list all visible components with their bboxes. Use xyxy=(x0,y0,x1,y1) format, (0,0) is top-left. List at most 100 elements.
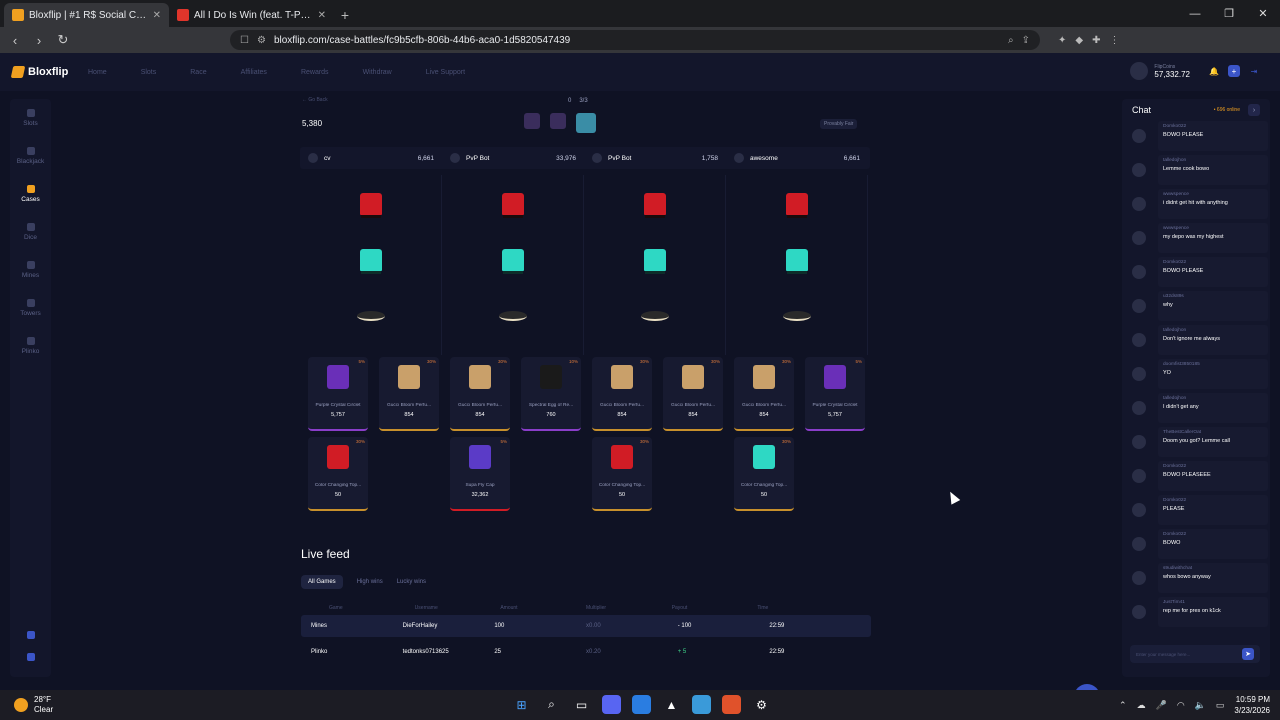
message-username[interactable]: Domko022 xyxy=(1163,464,1263,469)
windows-start-icon[interactable]: ⊞ xyxy=(512,695,531,714)
reload-icon[interactable]: ↻ xyxy=(56,32,70,48)
chat-input[interactable]: Enter your message here... ➤ xyxy=(1130,645,1260,663)
nav-link-home[interactable]: Home xyxy=(88,69,107,76)
mic-icon[interactable]: 🎤 xyxy=(1156,700,1167,711)
avatar[interactable] xyxy=(1132,129,1146,143)
weather-widget[interactable]: 28°F Clear xyxy=(14,695,53,715)
provably-fair-badge[interactable]: Provably Fair xyxy=(820,119,858,129)
avatar[interactable] xyxy=(1132,401,1146,415)
battery-icon[interactable]: ▭ xyxy=(1216,700,1225,711)
chevron-up-icon[interactable]: ⌃ xyxy=(1119,700,1127,711)
search-icon[interactable]: ⌕ xyxy=(542,695,561,714)
puzzle-icon[interactable]: ✚ xyxy=(1092,35,1100,46)
avatar[interactable] xyxy=(1132,197,1146,211)
avatar[interactable] xyxy=(1132,163,1146,177)
message-username[interactable]: s9udiwithchat xyxy=(1163,566,1263,571)
menu-icon[interactable]: ⋮ xyxy=(1109,35,1119,46)
browser-tab-bloxflip[interactable]: Bloxflip | #1 R$ Social Casino ✕ xyxy=(4,3,169,27)
restore-icon[interactable]: ❐ xyxy=(1212,0,1246,27)
avatar[interactable] xyxy=(1132,571,1146,585)
zoom-icon[interactable]: ⌕ xyxy=(1008,35,1014,46)
avatar[interactable] xyxy=(1132,503,1146,517)
discord-icon[interactable] xyxy=(26,653,35,661)
tab-high-wins[interactable]: High wins xyxy=(357,579,383,585)
sidebar-item-mines[interactable]: Mines xyxy=(10,251,51,289)
message-username[interactable]: Domko022 xyxy=(1163,260,1263,265)
case-thumbnail[interactable] xyxy=(550,113,566,129)
discord-app-icon[interactable] xyxy=(602,695,621,714)
user-balance[interactable]: FlipCoins 57,332.72 xyxy=(1130,62,1190,80)
tab-all-games[interactable]: All Games xyxy=(301,575,343,589)
address-bar[interactable]: ☐ ⚙ bloxflip.com/case-battles/fc9b5cfb-8… xyxy=(230,30,1040,50)
sidebar-item-cases[interactable]: Cases xyxy=(10,175,51,213)
message-username[interactable]: u32ds89s xyxy=(1163,294,1263,299)
avatar[interactable] xyxy=(1130,62,1149,80)
app-icon[interactable] xyxy=(692,695,711,714)
clock[interactable]: 10:59 PM 3/23/2026 xyxy=(1234,694,1270,716)
message-username[interactable]: talledojhon xyxy=(1163,396,1263,401)
browser-tab-youtube[interactable]: All I Do Is Win (feat. T-Pain, Luda ✕ xyxy=(169,3,334,27)
go-back-link[interactable]: ← Go Back xyxy=(302,97,328,103)
avatar[interactable] xyxy=(1132,367,1146,381)
case-thumbnail[interactable] xyxy=(524,113,540,129)
message-username[interactable]: doomfist3850185 xyxy=(1163,362,1263,367)
share-icon[interactable]: ⇪ xyxy=(1022,35,1030,46)
app-icon[interactable]: ▲ xyxy=(662,695,681,714)
minimize-icon[interactable]: — xyxy=(1178,0,1212,27)
case-thumbnail-current[interactable] xyxy=(576,113,596,133)
volume-icon[interactable]: 🔈 xyxy=(1195,700,1206,711)
nav-link-live-support[interactable]: Live Support xyxy=(426,69,465,76)
nav-link-slots[interactable]: Slots xyxy=(141,69,157,76)
avatar[interactable] xyxy=(1132,537,1146,551)
close-window-icon[interactable]: ✕ xyxy=(1246,0,1280,27)
site-info-icon[interactable]: ⚙ xyxy=(257,35,266,46)
notification-bell-icon[interactable]: 🔔 xyxy=(1208,65,1220,77)
brand-logo[interactable]: Bloxflip xyxy=(10,66,88,78)
sidebar-item-slots[interactable]: Slots xyxy=(10,99,51,137)
message-username[interactable]: Domko022 xyxy=(1163,124,1263,129)
back-icon[interactable]: ‹ xyxy=(8,33,22,48)
settings-icon[interactable]: ⚙ xyxy=(752,695,771,714)
nav-link-withdraw[interactable]: Withdraw xyxy=(363,69,392,76)
send-icon[interactable]: ➤ xyxy=(1242,648,1254,660)
message-username[interactable]: JustTim41 xyxy=(1163,600,1263,605)
message-username[interactable]: Domko022 xyxy=(1163,498,1263,503)
avatar[interactable] xyxy=(1132,469,1146,483)
sidebar-item-blackjack[interactable]: Blackjack xyxy=(10,137,51,175)
avatar[interactable] xyxy=(1132,265,1146,279)
extension-icon[interactable]: ✦ xyxy=(1058,35,1066,46)
sidebar-item-towers[interactable]: Towers xyxy=(10,289,51,327)
wifi-icon[interactable]: ◠ xyxy=(1177,700,1185,711)
brave-browser-icon[interactable] xyxy=(722,695,741,714)
defender-icon[interactable] xyxy=(632,695,651,714)
message-username[interactable]: wwwspence xyxy=(1163,192,1263,197)
task-view-icon[interactable]: ▭ xyxy=(572,695,591,714)
message-username[interactable]: talledojhon xyxy=(1163,328,1263,333)
message-username[interactable]: TheBestCallerOat xyxy=(1163,430,1263,435)
nav-link-race[interactable]: Race xyxy=(190,69,206,76)
nav-link-affiliates[interactable]: Affiliates xyxy=(241,69,267,76)
avatar[interactable] xyxy=(1132,435,1146,449)
avatar[interactable] xyxy=(1132,299,1146,313)
forward-icon[interactable]: › xyxy=(32,33,46,48)
close-tab-icon[interactable]: ✕ xyxy=(153,10,161,21)
bookmark-icon[interactable]: ☐ xyxy=(240,35,249,46)
deposit-plus-icon[interactable]: + xyxy=(1228,65,1240,77)
tab-lucky-wins[interactable]: Lucky wins xyxy=(397,579,426,585)
table-row[interactable]: Mines DieForHailey 100 x0.00 - 100 22:59 xyxy=(301,615,871,637)
close-tab-icon[interactable]: ✕ xyxy=(318,10,326,21)
message-username[interactable]: Domko022 xyxy=(1163,532,1263,537)
cloud-icon[interactable]: ☁ xyxy=(1137,700,1146,711)
sidebar-item-plinko[interactable]: Plinko xyxy=(10,327,51,365)
new-tab-button[interactable]: + xyxy=(334,3,356,27)
message-username[interactable]: talledojhon xyxy=(1163,158,1263,163)
table-row[interactable]: Plinko tedtonks0713625 25 x0.20 + 5 22:5… xyxy=(301,641,871,663)
avatar[interactable] xyxy=(1132,231,1146,245)
twitter-icon[interactable] xyxy=(26,631,35,639)
avatar[interactable] xyxy=(1132,333,1146,347)
collapse-chat-icon[interactable]: › xyxy=(1248,104,1260,116)
sidebar-item-dice[interactable]: Dice xyxy=(10,213,51,251)
avatar[interactable] xyxy=(1132,605,1146,619)
extension-icon[interactable]: ◆ xyxy=(1075,35,1083,46)
nav-link-rewards[interactable]: Rewards xyxy=(301,69,329,76)
